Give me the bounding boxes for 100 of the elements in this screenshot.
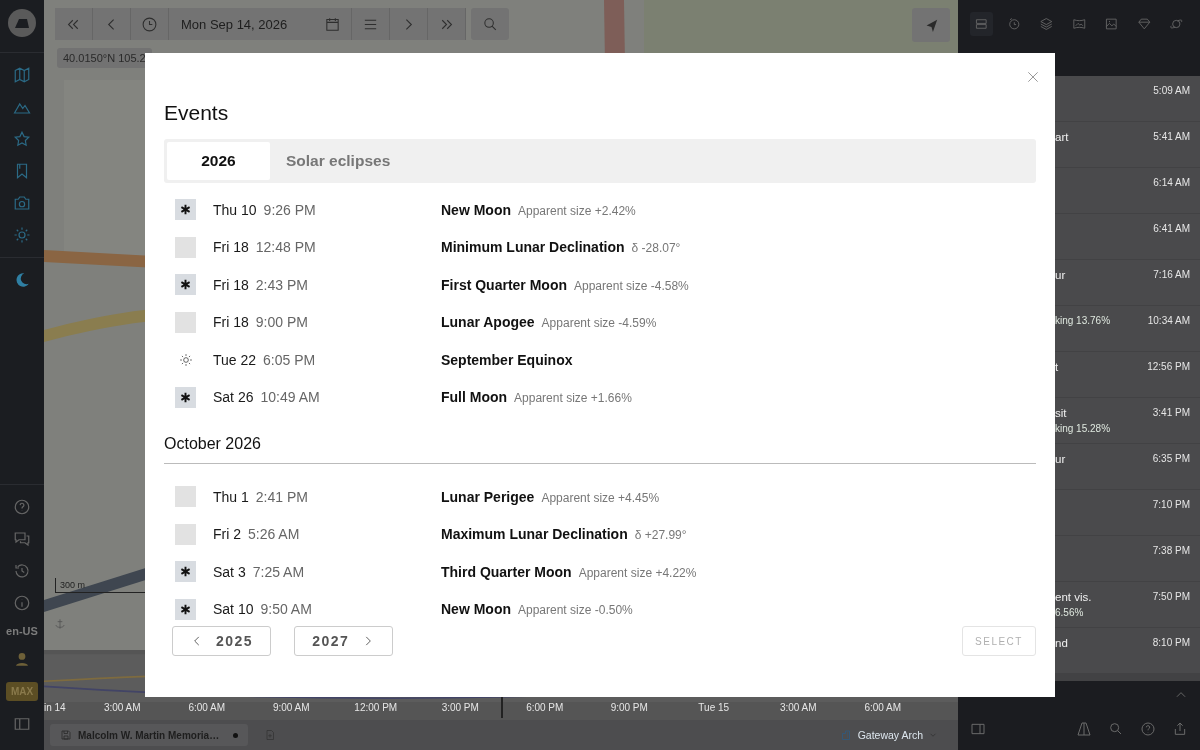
event-detail: Apparent size +4.22% <box>578 565 697 580</box>
language-button[interactable]: en-US <box>6 625 38 637</box>
event-name: Lunar Perigee <box>441 488 535 505</box>
event-time: 9:50 AM <box>260 601 312 618</box>
event-detail: Apparent size -4.59% <box>541 316 657 331</box>
event-detail: Apparent size +1.66% <box>514 391 632 406</box>
time-axis-label: 9:00 AM <box>271 702 311 713</box>
event-day: Fri 2 <box>213 526 241 543</box>
event-title: art <box>1055 131 1070 143</box>
event-day: Thu 10 <box>213 201 257 218</box>
event-title: nd <box>1055 637 1069 649</box>
event-name: Maximum Lunar Declination <box>441 526 628 543</box>
event-title: ur <box>1055 269 1067 281</box>
event-time: 6:05 PM <box>263 351 316 368</box>
next-year-button[interactable]: 2027 <box>294 626 394 656</box>
moon-icon[interactable] <box>13 271 31 289</box>
asterisk-icon <box>175 561 196 583</box>
event-time: 5:26 AM <box>248 526 300 543</box>
info-icon[interactable] <box>13 594 31 612</box>
event-time: 12:48 PM <box>255 239 316 256</box>
search-icon <box>481 15 499 33</box>
event-name: New Moon <box>441 601 511 618</box>
event-time: 5:41 AM <box>1153 131 1190 144</box>
event-name: Full Moon <box>441 389 508 406</box>
time-axis-label: 12:00 PM <box>353 702 399 713</box>
month-heading: October 2026 <box>164 435 1036 464</box>
event-title: ur <box>1055 453 1067 465</box>
event-time: 2:43 PM <box>255 276 308 293</box>
event-day: Tue 22 <box>213 351 257 368</box>
event-title: t <box>1055 361 1060 373</box>
event-time: 9:26 PM <box>263 201 316 218</box>
time-axis-label: Tue 15 <box>697 702 731 713</box>
asterisk-icon <box>175 274 196 296</box>
map-icon[interactable] <box>13 66 31 84</box>
time-axis-label: 3:00 PM <box>440 702 480 713</box>
sun-icon <box>179 352 193 367</box>
place-selector[interactable]: Gateway Arch <box>840 729 938 741</box>
panel-icon[interactable] <box>13 715 31 733</box>
event-detail: king 13.76% <box>1055 315 1112 326</box>
event-time: 2:41 PM <box>255 488 308 505</box>
search-button[interactable] <box>471 8 509 40</box>
coordinates-label: 40.0150°N 105.2 <box>57 48 152 68</box>
event-name: New Moon <box>441 201 511 218</box>
locate-button[interactable] <box>912 8 950 42</box>
help-icon[interactable] <box>13 498 31 516</box>
event-time: 10:34 AM <box>1147 315 1190 328</box>
event-time: 6:35 PM <box>1152 453 1190 466</box>
star-icon[interactable] <box>13 130 31 148</box>
event-title: sit <box>1055 407 1068 419</box>
chat-icon[interactable] <box>13 530 31 548</box>
event-detail: Apparent size +4.45% <box>541 490 660 505</box>
event-time: 5:09 AM <box>1153 85 1190 98</box>
building-icon <box>840 729 853 741</box>
previous-year-button[interactable]: 2025 <box>172 626 272 656</box>
event-detail: δ -28.07° <box>631 241 681 256</box>
event-day: Sat 3 <box>213 563 246 580</box>
calendar-icon <box>324 15 341 33</box>
location-name: Malcolm W. Martin Memoria… <box>78 729 220 741</box>
event-title: ent vis. <box>1055 591 1093 603</box>
event-name: First Quarter Moon <box>441 276 567 293</box>
tab[interactable]: 2026 <box>167 142 270 180</box>
anchor-icon[interactable] <box>53 617 67 631</box>
double-chevron-left-button[interactable] <box>55 8 93 40</box>
tab[interactable]: Solar eclipses <box>270 142 407 180</box>
event-name: September Equinox <box>441 351 573 368</box>
time-axis-label: in 14 <box>44 702 67 713</box>
event-time: 7:50 PM <box>1152 591 1190 604</box>
save-icon <box>60 729 72 741</box>
event-detail: Apparent size -0.50% <box>518 603 633 618</box>
event-time: 10:49 AM <box>260 389 320 406</box>
asterisk-icon <box>175 386 196 408</box>
event-time: 7:16 AM <box>1153 269 1190 282</box>
camera-icon[interactable] <box>13 194 31 212</box>
user-icon[interactable] <box>13 650 31 668</box>
dialog-title: Events <box>164 101 230 125</box>
event-day: Sat 26 <box>213 389 254 406</box>
time-axis-label: 9:00 PM <box>609 702 649 713</box>
event-day: Fri 18 <box>213 314 249 331</box>
event-time: 12:56 PM <box>1147 361 1190 374</box>
time-axis-label: 3:00 AM <box>102 702 142 713</box>
event-time: 8:10 PM <box>1152 637 1190 650</box>
clock-icon <box>141 15 158 33</box>
history-icon[interactable] <box>13 562 31 580</box>
event-detail: king 15.28% <box>1055 423 1112 434</box>
event-day: Fri 18 <box>213 239 249 256</box>
event-name: Lunar Apogee <box>441 314 535 331</box>
event-name: Minimum Lunar Declination <box>441 239 625 256</box>
list-icon[interactable] <box>970 12 993 36</box>
square-icon <box>175 311 196 333</box>
event-day: Sat 10 <box>213 601 254 618</box>
event-time: 3:41 PM <box>1152 407 1190 420</box>
settings-icon[interactable] <box>13 226 31 244</box>
asterisk-icon <box>175 199 196 221</box>
square-icon <box>175 236 196 258</box>
close-icon <box>1025 69 1041 85</box>
event-detail: Apparent size -4.58% <box>574 278 689 293</box>
time-axis-label: 6:00 PM <box>525 702 565 713</box>
logo-icon <box>7 8 37 38</box>
close-button[interactable] <box>1025 69 1041 85</box>
time-axis-label: 6:00 AM <box>187 702 227 713</box>
